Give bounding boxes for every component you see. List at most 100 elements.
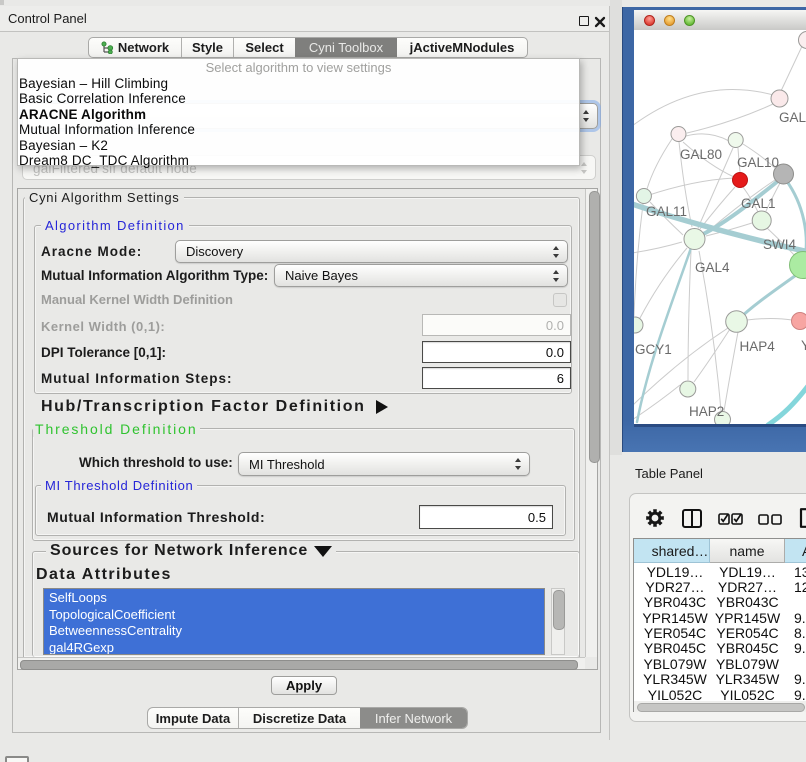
attribute-list-item[interactable]: SelfLoops	[44, 590, 544, 607]
which-threshold-value: MI Threshold	[249, 453, 325, 475]
mi-threshold-label: Mutual Information Threshold:	[47, 509, 265, 525]
attribute-list-item[interactable]: BetweennessCentrality	[44, 623, 544, 640]
settings-vscrollbar[interactable]	[585, 189, 597, 657]
control-panel-title: Control Panel	[8, 11, 87, 26]
svg-text:GAL10: GAL10	[737, 155, 779, 170]
table-row[interactable]: YDR27…YDR27…12.	[634, 580, 806, 595]
combo-arrows-icon	[581, 162, 588, 174]
tab-infer-network[interactable]: Infer Network	[360, 708, 467, 728]
settings-hscrollbar[interactable]	[18, 657, 585, 669]
dropdown-item[interactable]: Dream8 DC_TDC Algorithm	[18, 153, 579, 168]
column-header-shared[interactable]: shared…	[634, 539, 710, 563]
settings-hscrollbar-thumb[interactable]	[20, 660, 578, 670]
table-hscrollbar[interactable]	[634, 701, 806, 712]
node-table: shared… name A YDL19…YDL19…13.YDR27…YDR2…	[633, 538, 806, 712]
table-row[interactable]: YPR145WYPR145W9.	[634, 611, 806, 626]
mi-type-label: Mutual Information Algorithm Type:	[41, 268, 268, 283]
collapse-arrow-icon[interactable]	[314, 546, 332, 557]
tab-style[interactable]: Style	[181, 38, 233, 57]
expand-arrow-icon[interactable]	[376, 400, 388, 414]
dropdown-item[interactable]: Bayesian – Hill Climbing	[18, 76, 579, 91]
tab-jactivemnodules[interactable]: jActiveMNodules	[397, 38, 527, 57]
data-attributes-list[interactable]: SelfLoopsTopologicalCoefficientBetweenne…	[43, 588, 545, 655]
column-header-extra[interactable]: A	[785, 539, 806, 563]
table-cell: 9.	[794, 611, 806, 626]
cyni-algorithm-settings-title: Cyni Algorithm Settings	[25, 190, 184, 205]
mi-type-value: Naive Bayes	[285, 265, 358, 286]
dropdown-item[interactable]: Mutual Information Inference	[18, 122, 579, 137]
table-cell: 13.	[794, 565, 806, 580]
table-cell: YDR27…	[710, 580, 785, 595]
window-close-button[interactable]	[644, 15, 655, 26]
table-cell: 8.	[794, 626, 806, 641]
settings-vscrollbar-thumb[interactable]	[589, 191, 600, 463]
svg-text:GCY1: GCY1	[635, 342, 672, 357]
unchecked-boxes-icon[interactable]	[758, 514, 782, 525]
document-icon[interactable]	[799, 508, 806, 528]
list-vscrollbar[interactable]	[551, 588, 565, 655]
manual-kernel-checkbox[interactable]	[553, 293, 567, 307]
list-vscrollbar-thumb[interactable]	[553, 590, 565, 630]
tab-impute-data[interactable]: Impute Data	[148, 708, 238, 728]
apply-button[interactable]: Apply	[271, 676, 337, 695]
table-row[interactable]: YDL19…YDL19…13.	[634, 565, 806, 580]
which-threshold-label: Which threshold to use:	[79, 455, 233, 470]
tab-select[interactable]: Select	[233, 38, 295, 57]
kernel-width-value: 0.0	[546, 315, 564, 335]
svg-text:HAP2: HAP2	[689, 404, 724, 419]
splitpane-gap[interactable]	[610, 0, 622, 455]
dropdown-item[interactable]: Bayesian – K2	[18, 138, 579, 153]
mi-steps-field[interactable]: 6	[422, 367, 571, 389]
network-window-titlebar[interactable]	[634, 10, 806, 31]
float-window-icon[interactable]	[579, 16, 589, 26]
close-icon[interactable]	[594, 16, 606, 28]
window-minimize-button[interactable]	[664, 15, 675, 26]
combo-arrows-icon	[583, 110, 590, 122]
table-row[interactable]: YER054CYER054C8.	[634, 626, 806, 641]
svg-text:GAL4: GAL4	[695, 260, 730, 275]
cut-button-bottom-left[interactable]	[5, 756, 29, 762]
table-cell: YBR043C	[637, 595, 713, 610]
table-row[interactable]: YBR043CYBR043C	[634, 595, 806, 610]
table-hscrollbar-thumb[interactable]	[637, 703, 805, 712]
svg-text:GAL1: GAL1	[741, 196, 776, 211]
dropdown-item[interactable]: Basic Correlation Inference	[18, 91, 579, 106]
which-threshold-combo[interactable]: MI Threshold	[238, 452, 530, 476]
network-canvas[interactable]: GAL2 GAL80 GAL10 GAL1 GAL11 SWI4 GAL4 GC…	[634, 30, 806, 424]
table-row[interactable]: YLR345WYLR345W9.	[634, 672, 806, 687]
dpi-tolerance-field[interactable]: 0.0	[422, 341, 571, 363]
mi-threshold-field[interactable]: 0.5	[419, 505, 553, 529]
table-cell: YDL19…	[710, 565, 785, 580]
kernel-width-field[interactable]: 0.0	[422, 314, 571, 336]
algorithm-dropdown-popup: Select algorithm to view settings Bayesi…	[17, 58, 580, 166]
tab-network[interactable]: Network	[89, 38, 181, 57]
table-cell: YBR045C	[710, 641, 785, 656]
checked-boxes-icon[interactable]	[718, 513, 743, 525]
application-window: Control Panel Network Style Select Cyni …	[0, 0, 806, 762]
table-cell: YLR345W	[637, 672, 713, 687]
window-zoom-button[interactable]	[684, 15, 695, 26]
dpi-tolerance-value: 0.0	[546, 342, 564, 362]
table-row[interactable]: YBR045CYBR045C9.	[634, 641, 806, 656]
sources-group-title: Sources for Network Inference	[46, 542, 336, 560]
mi-steps-value: 6	[557, 368, 564, 388]
svg-text:SWI4: SWI4	[763, 237, 796, 252]
table-cell: YBL079W	[710, 657, 785, 672]
attribute-list-item[interactable]: gal4RGexp	[44, 640, 544, 655]
gear-icon[interactable]	[646, 509, 664, 527]
algorithm-definition-title: Algorithm Definition	[41, 218, 189, 233]
control-panel-titlebar: Control Panel	[0, 6, 610, 32]
network-window: GAL2 GAL80 GAL10 GAL1 GAL11 SWI4 GAL4 GC…	[622, 7, 806, 452]
aracne-mode-combo[interactable]: Discovery	[175, 240, 568, 263]
mi-type-combo[interactable]: Naive Bayes	[274, 264, 568, 287]
dropdown-item[interactable]: ARACNE Algorithm	[18, 107, 579, 122]
mi-threshold-value: 0.5	[528, 506, 546, 528]
hub-definition-label: Hub/Transcription Factor Definition	[41, 398, 388, 416]
split-columns-icon[interactable]	[682, 509, 702, 528]
tab-discretize-data[interactable]: Discretize Data	[238, 708, 360, 728]
attribute-list-item[interactable]: TopologicalCoefficient	[44, 607, 544, 624]
tab-cyni-toolbox[interactable]: Cyni Toolbox	[295, 38, 397, 57]
table-row[interactable]: YBL079WYBL079W	[634, 657, 806, 672]
kernel-width-label: Kernel Width (0,1):	[41, 319, 165, 334]
column-header-name[interactable]: name	[710, 539, 785, 563]
